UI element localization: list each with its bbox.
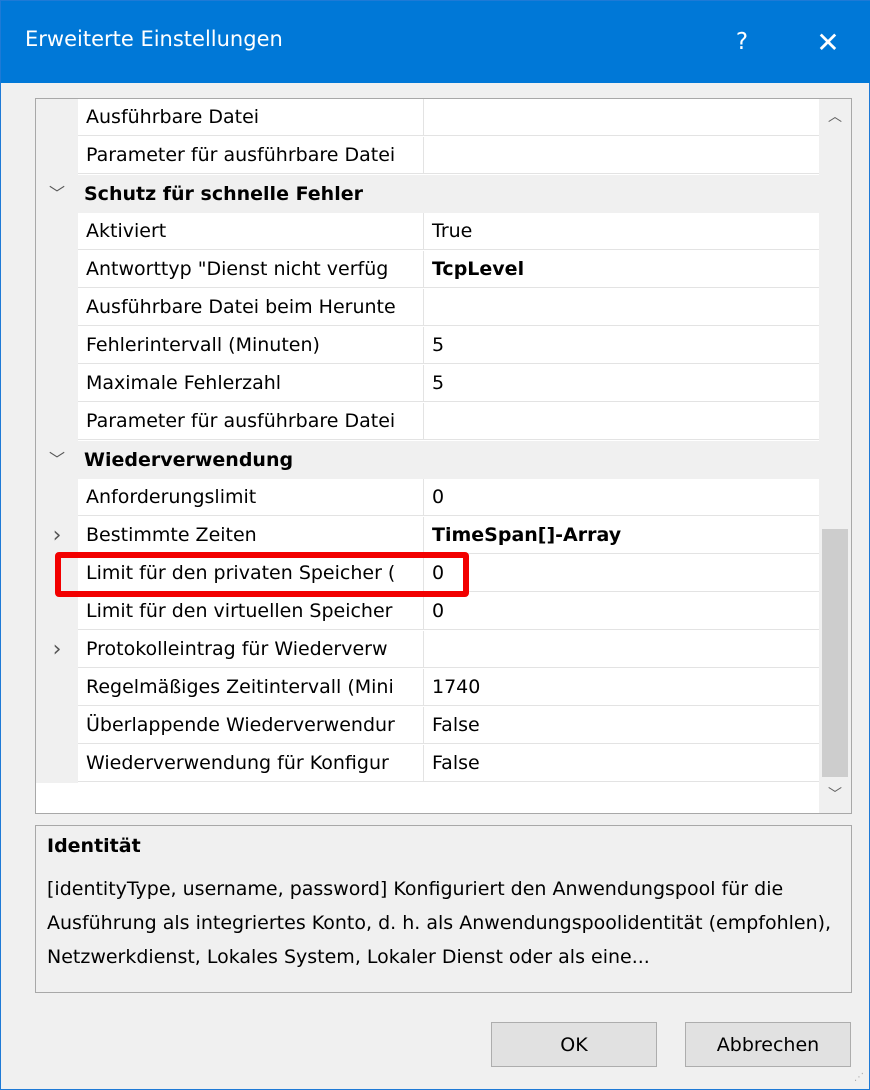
row-gutter: [36, 403, 78, 441]
property-name: Ausführbare Datei: [78, 99, 424, 136]
help-button[interactable]: ?: [697, 1, 787, 83]
row-gutter: [36, 479, 78, 517]
vertical-scrollbar[interactable]: ︿ ﹀: [819, 99, 851, 813]
property-row[interactable]: Parameter für ausführbare Datei: [36, 403, 819, 441]
category-row[interactable]: ﹀ Wiederverwendung: [36, 441, 819, 479]
property-name: Wiederverwendung für Konfigur: [78, 745, 424, 782]
chevron-right-icon[interactable]: ›: [46, 631, 68, 669]
property-row[interactable]: Anforderungslimit 0: [36, 479, 819, 517]
property-value[interactable]: [424, 403, 819, 440]
property-value[interactable]: 1740: [424, 669, 819, 706]
scroll-down-icon[interactable]: ﹀: [819, 777, 851, 813]
row-gutter: [36, 99, 78, 137]
property-row[interactable]: › Bestimmte Zeiten TimeSpan[]-Array: [36, 517, 819, 555]
property-value[interactable]: 5: [424, 365, 819, 402]
category-label: Schutz für schnelle Fehler: [84, 183, 363, 205]
property-row[interactable]: Fehlerintervall (Minuten) 5: [36, 327, 819, 365]
row-gutter: [36, 137, 78, 175]
property-value[interactable]: False: [424, 707, 819, 744]
property-row[interactable]: Limit für den virtuellen Speicher 0: [36, 593, 819, 631]
property-name: Limit für den virtuellen Speicher: [78, 593, 424, 630]
property-name: Anforderungslimit: [78, 479, 424, 516]
description-panel: Identität [identityType, username, passw…: [35, 825, 852, 993]
property-value[interactable]: 5: [424, 327, 819, 364]
row-gutter: [36, 365, 78, 403]
row-gutter: ›: [36, 517, 78, 555]
category-row[interactable]: ﹀ Schutz für schnelle Fehler: [36, 175, 819, 213]
property-value[interactable]: [424, 99, 819, 136]
row-gutter: [36, 707, 78, 745]
property-value[interactable]: 0: [424, 479, 819, 516]
property-value[interactable]: [424, 631, 819, 668]
property-name: Ausführbare Datei beim Herunte: [78, 289, 424, 326]
scroll-up-icon[interactable]: ︿: [819, 99, 851, 135]
row-gutter: [36, 251, 78, 289]
row-gutter: [36, 327, 78, 365]
property-name: Bestimmte Zeiten: [78, 517, 424, 554]
property-value[interactable]: TcpLevel: [424, 251, 819, 288]
dialog-window: Erweiterte Einstellungen ? ✕ Ausführbare…: [0, 0, 870, 1090]
description-title: Identität: [47, 835, 141, 857]
property-row[interactable]: Maximale Fehlerzahl 5: [36, 365, 819, 403]
window-title: Erweiterte Einstellungen: [25, 27, 283, 51]
close-button[interactable]: ✕: [783, 1, 870, 83]
property-value[interactable]: [424, 137, 819, 174]
property-row[interactable]: Ausführbare Datei: [36, 99, 819, 137]
chevron-down-icon[interactable]: ﹀: [46, 175, 68, 213]
property-name: Fehlerintervall (Minuten): [78, 327, 424, 364]
scrollbar-thumb[interactable]: [822, 529, 848, 777]
row-gutter: [36, 745, 78, 783]
property-value[interactable]: 0: [424, 555, 819, 592]
chevron-down-icon[interactable]: ﹀: [46, 441, 68, 479]
property-row[interactable]: Regelmäßiges Zeitintervall (Mini 1740: [36, 669, 819, 707]
row-gutter: ›: [36, 631, 78, 669]
property-value[interactable]: 0: [424, 593, 819, 630]
property-row[interactable]: Wiederverwendung für Konfigur False: [36, 745, 819, 783]
row-gutter: [36, 289, 78, 327]
property-name: Regelmäßiges Zeitintervall (Mini: [78, 669, 424, 706]
chevron-right-icon[interactable]: ›: [46, 517, 68, 555]
property-row[interactable]: › Protokolleintrag für Wiederverw: [36, 631, 819, 669]
property-name: Maximale Fehlerzahl: [78, 365, 424, 402]
category-label: Wiederverwendung: [84, 449, 294, 471]
row-gutter: [36, 669, 78, 707]
property-value[interactable]: [424, 289, 819, 326]
title-bar: Erweiterte Einstellungen ? ✕: [1, 1, 870, 83]
property-name: Protokolleintrag für Wiederverw: [78, 631, 424, 668]
row-gutter: [36, 213, 78, 251]
row-gutter: [36, 593, 78, 631]
property-value[interactable]: False: [424, 745, 819, 782]
property-row[interactable]: Ausführbare Datei beim Herunte: [36, 289, 819, 327]
property-name: Antworttyp "Dienst nicht verfüg: [78, 251, 424, 288]
property-name: Überlappende Wiederverwendur: [78, 707, 424, 744]
property-name: Parameter für ausführbare Datei: [78, 403, 424, 440]
property-name: Parameter für ausführbare Datei: [78, 137, 424, 174]
property-grid[interactable]: Ausführbare Datei Parameter für ausführba…: [35, 98, 852, 814]
property-value[interactable]: True: [424, 213, 819, 250]
highlight-box: [55, 552, 469, 597]
property-row[interactable]: Parameter für ausführbare Datei: [36, 137, 819, 175]
property-value[interactable]: TimeSpan[]-Array: [424, 517, 819, 554]
ok-button[interactable]: OK: [491, 1022, 657, 1067]
property-row[interactable]: Antworttyp "Dienst nicht verfüg TcpLevel: [36, 251, 819, 289]
property-row[interactable]: Aktiviert True: [36, 213, 819, 251]
description-text: [identityType, username, password] Konfi…: [47, 878, 832, 968]
cancel-button[interactable]: Abbrechen: [685, 1022, 851, 1067]
property-name: Aktiviert: [78, 213, 424, 250]
resize-grip-icon[interactable]: ⋰: [852, 1072, 864, 1084]
property-row[interactable]: Überlappende Wiederverwendur False: [36, 707, 819, 745]
